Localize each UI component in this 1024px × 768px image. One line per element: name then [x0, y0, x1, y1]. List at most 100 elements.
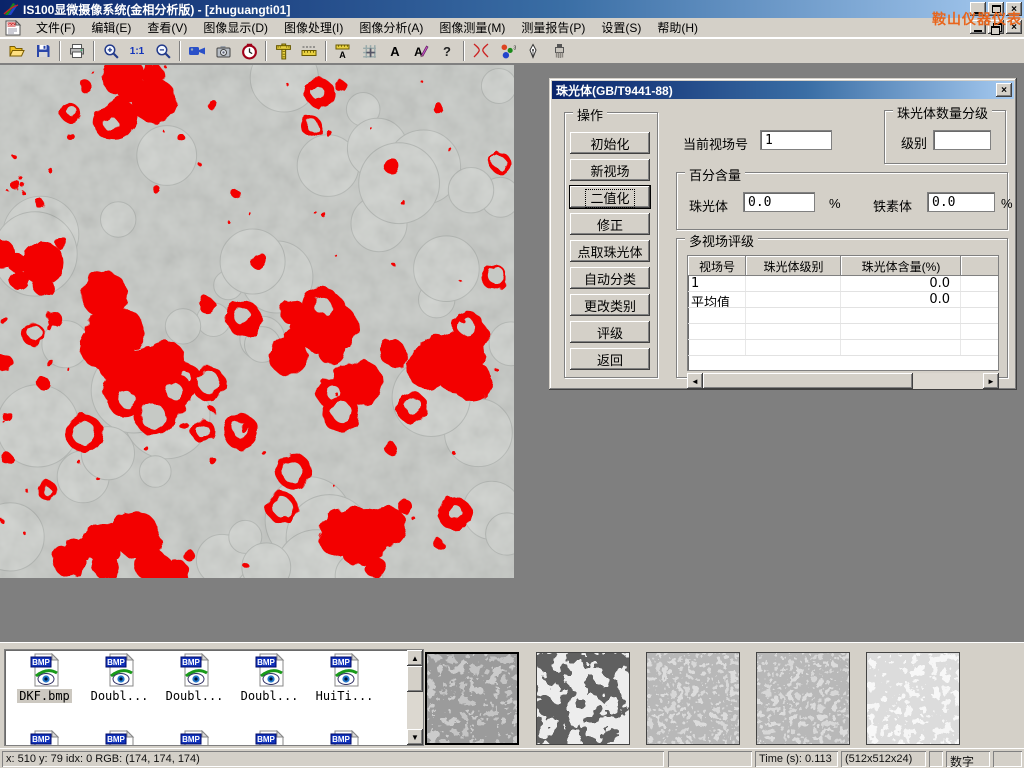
operation-button[interactable]: 新视场: [570, 159, 650, 181]
zoom-in-icon[interactable]: [98, 40, 124, 63]
operation-button[interactable]: 返回: [570, 348, 650, 370]
scroll-left-icon[interactable]: ◄: [687, 373, 703, 389]
file-item[interactable]: BMP: [7, 730, 82, 746]
file-item[interactable]: BMPDoubl...: [82, 653, 157, 703]
file-item[interactable]: BMPHuiTi...: [307, 653, 382, 703]
file-item[interactable]: BMP: [307, 730, 382, 746]
vendor-watermark: 鞍山仪器仪表: [932, 9, 1022, 29]
grading-group-label: 珠光体数量分级: [893, 103, 992, 122]
menu-item[interactable]: 帮助(H): [649, 17, 706, 38]
help-icon[interactable]: ?: [434, 40, 460, 63]
measure-text-icon[interactable]: A: [330, 40, 356, 63]
table-hscrollbar[interactable]: ◄ ►: [687, 373, 999, 389]
thumbnail[interactable]: [646, 652, 740, 745]
svg-text:BMP: BMP: [32, 658, 50, 667]
thumbnail[interactable]: [536, 652, 630, 745]
file-item[interactable]: BMPDKF.bmp: [7, 653, 82, 703]
operation-button[interactable]: 点取珠光体: [570, 240, 650, 262]
ferrite-input[interactable]: 0.0: [927, 192, 995, 212]
menu-item[interactable]: 设置(S): [593, 17, 649, 38]
thumbnail[interactable]: [425, 652, 519, 745]
current-field-input[interactable]: 1: [760, 130, 832, 150]
menu-item[interactable]: 测量报告(P): [513, 17, 593, 38]
file-item[interactable]: BMP: [232, 730, 307, 746]
table-row[interactable]: [688, 340, 998, 356]
print-icon[interactable]: [64, 40, 90, 63]
operation-button[interactable]: 更改类别: [570, 294, 650, 316]
thumbnail[interactable]: [756, 652, 850, 745]
dialog-title-bar: 珠光体(GB/T9441-88) ×: [552, 81, 1014, 99]
grid-icon[interactable]: [356, 40, 382, 63]
edit-annotate-icon[interactable]: A: [408, 40, 434, 63]
file-item[interactable]: BMP: [82, 730, 157, 746]
brush-icon[interactable]: [546, 40, 572, 63]
rating-table-body: 10.0平均值0.0: [688, 276, 998, 356]
workspace: 珠光体(GB/T9441-88) × 操作 初始化新视场二值化修正点取珠光体自动…: [0, 64, 1024, 642]
operation-button[interactable]: 评级: [570, 321, 650, 343]
vscroll-thumb[interactable]: [407, 666, 423, 692]
table-row[interactable]: [688, 324, 998, 340]
pen-icon[interactable]: [520, 40, 546, 63]
toolbar-separator: [59, 41, 61, 61]
table-row[interactable]: 平均值0.0: [688, 292, 998, 308]
file-item[interactable]: BMP: [157, 730, 232, 746]
menu-item[interactable]: 图像显示(D): [195, 17, 276, 38]
pearlite-input[interactable]: 0.0: [743, 192, 815, 212]
zoom-out-icon[interactable]: [150, 40, 176, 63]
operation-button[interactable]: 自动分类: [570, 267, 650, 289]
particle-count-icon[interactable]: 3: [494, 40, 520, 63]
level-input[interactable]: [933, 130, 991, 150]
scroll-down-icon[interactable]: ▼: [407, 729, 423, 745]
menu-item[interactable]: 文件(F): [28, 17, 83, 38]
bmp-file-icon: BMP: [179, 730, 211, 746]
table-column-header[interactable]: 珠光体级别: [746, 256, 841, 276]
file-list[interactable]: BMPDKF.bmpBMPDoubl...BMPDoubl...BMPDoubl…: [4, 649, 424, 746]
menu-item[interactable]: 编辑(E): [83, 17, 139, 38]
thumbnail[interactable]: [866, 652, 960, 745]
operation-button[interactable]: 二值化: [570, 186, 650, 208]
file-name: Doubl...: [164, 689, 226, 703]
text-annotate-icon[interactable]: A: [382, 40, 408, 63]
bmp-file-icon: BMP: [254, 653, 286, 687]
file-item[interactable]: BMPDoubl...: [157, 653, 232, 703]
hscroll-thumb[interactable]: [703, 373, 913, 389]
file-name: Doubl...: [239, 689, 301, 703]
table-row[interactable]: [688, 308, 998, 324]
menu-item[interactable]: 图像分析(A): [351, 17, 431, 38]
dialog-close-icon[interactable]: ×: [996, 83, 1012, 97]
operation-button[interactable]: 修正: [570, 213, 650, 235]
bmp-file-icon: BMP: [29, 730, 61, 746]
svg-text:3: 3: [513, 45, 516, 51]
save-icon[interactable]: [30, 40, 56, 63]
camera-capture-icon[interactable]: [210, 40, 236, 63]
document-icon[interactable]: DOC: [4, 20, 22, 36]
toolbar-separator: [179, 41, 181, 61]
status-panel-empty: [929, 751, 943, 767]
toolbar: 1:1 A A A ? 3: [0, 38, 1024, 64]
menu-item[interactable]: 查看(V): [139, 17, 195, 38]
caliper-icon[interactable]: [270, 40, 296, 63]
table-column-header[interactable]: 珠光体含量(%): [841, 256, 961, 276]
bmp-file-icon: BMP: [329, 653, 361, 687]
specimen-image[interactable]: [0, 65, 514, 578]
operation-button[interactable]: 初始化: [570, 132, 650, 154]
actual-size-button[interactable]: 1:1: [124, 40, 150, 63]
open-icon[interactable]: [4, 40, 30, 63]
file-name: Doubl...: [89, 689, 151, 703]
file-list-scrollbar[interactable]: ▲ ▼: [407, 650, 423, 745]
rating-table[interactable]: 视场号珠光体级别珠光体含量(%)铁素体 10.0平均值0.0: [687, 255, 999, 371]
timer-icon[interactable]: [236, 40, 262, 63]
toolbar-separator: [265, 41, 267, 61]
menu-item[interactable]: 图像处理(I): [276, 17, 351, 38]
table-column-header[interactable]: 视场号: [688, 256, 746, 276]
table-row[interactable]: 10.0: [688, 276, 998, 292]
menu-item[interactable]: 图像测量(M): [431, 17, 513, 38]
scroll-up-icon[interactable]: ▲: [407, 650, 423, 666]
ruler-icon[interactable]: [296, 40, 322, 63]
file-item[interactable]: BMP Doubl...: [232, 653, 307, 703]
video-capture-icon[interactable]: [184, 40, 210, 63]
curve-tool-icon[interactable]: [468, 40, 494, 63]
table-column-header[interactable]: 铁素体: [961, 256, 999, 276]
toolbar-separator: [463, 41, 465, 61]
scroll-right-icon[interactable]: ►: [983, 373, 999, 389]
